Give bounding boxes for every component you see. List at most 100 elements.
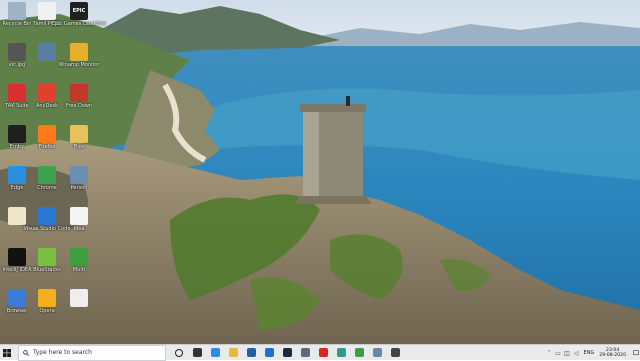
desktop-icon-label: Epic Games Launcher xyxy=(51,21,107,27)
app-glyph xyxy=(210,348,220,357)
app-glyph xyxy=(175,348,183,357)
txt-icon xyxy=(70,207,88,225)
desktop-icon[interactable] xyxy=(62,289,96,323)
epic-games-icon: EPIC xyxy=(70,2,88,20)
people-icon xyxy=(70,166,88,184)
task-view-icon[interactable] xyxy=(188,345,206,361)
desktop-icon[interactable] xyxy=(30,43,64,77)
windows-logo-icon xyxy=(3,348,11,357)
desktop-icon[interactable]: Emby xyxy=(0,125,34,159)
desktop-icon-label: IntelliJ IDEA xyxy=(2,267,32,273)
app-glyph xyxy=(354,348,364,357)
desktop-icon-label: TAK Suite xyxy=(5,103,29,109)
image-icon xyxy=(8,43,26,61)
desktop-icon-label: Browser xyxy=(6,308,28,314)
desktop-icon[interactable]: Idea xyxy=(62,207,96,241)
desktop-icon[interactable]: EPIC Epic Games Launcher xyxy=(52,2,106,36)
battery-icon[interactable]: ▭ xyxy=(554,345,563,361)
desktop-wallpaper xyxy=(0,0,640,344)
desktop-icon[interactable]: Tamil PC32 xyxy=(30,2,64,36)
desktop-icon-label: Firefox xyxy=(38,144,56,150)
app-glyph xyxy=(318,348,328,357)
app-star-icon xyxy=(8,125,26,143)
terminal-taskbar-icon[interactable] xyxy=(278,345,296,361)
opera-taskbar-icon[interactable] xyxy=(314,345,332,361)
app-glyph xyxy=(192,348,202,357)
app-circle-icon xyxy=(8,289,26,307)
desktop-icon-label: Multi xyxy=(72,267,86,273)
doc-icon xyxy=(8,207,26,225)
app-blue-taskbar-icon[interactable] xyxy=(260,345,278,361)
search-box[interactable] xyxy=(18,344,166,361)
app-glyph xyxy=(264,348,274,357)
desktop-icon[interactable]: Person xyxy=(62,166,96,200)
desktop-icon[interactable]: Visual Studio Code xyxy=(24,207,70,241)
chevron-up-icon[interactable]: ˄ xyxy=(545,345,554,361)
desktop-icon-label: Opera xyxy=(39,308,55,314)
desktop-icon-label: vlc.jpg xyxy=(8,62,26,68)
cortana-icon[interactable] xyxy=(170,345,188,361)
start-button[interactable] xyxy=(0,345,14,361)
desktop-icon-label: Idea xyxy=(73,226,85,232)
desktop-icon-label: AnyDesk xyxy=(36,103,58,109)
desktop-icon[interactable] xyxy=(0,207,34,241)
app-glyph xyxy=(246,348,256,357)
volume-icon[interactable]: ◁ xyxy=(572,345,581,361)
desktop-icon[interactable]: Chrome xyxy=(30,166,64,200)
network-icon[interactable]: ◫ xyxy=(563,345,572,361)
app-glyph xyxy=(390,348,400,357)
desktop-icon-label: Recycle Bin xyxy=(2,21,32,27)
edge-taskbar-icon[interactable] xyxy=(206,345,224,361)
desktop-icon-label: Files xyxy=(73,144,85,150)
clock[interactable]: 23:04 29-08-2020 xyxy=(599,348,626,359)
desktop-icon[interactable]: TAK Suite xyxy=(0,84,34,118)
desktop-icon[interactable]: IntelliJ IDEA xyxy=(0,248,34,282)
app-teal-taskbar-icon[interactable] xyxy=(332,345,350,361)
desktop-icon-label: Free Down xyxy=(65,103,93,109)
desktop-icon[interactable]: Multi xyxy=(62,248,96,282)
app-glyph xyxy=(282,348,292,357)
app-green-taskbar-icon[interactable] xyxy=(350,345,368,361)
photos-taskbar-icon[interactable] xyxy=(368,345,386,361)
app-glyph xyxy=(300,348,310,357)
desktop-icon-label: Winamp Monitor xyxy=(58,62,100,68)
notification-icon[interactable] xyxy=(632,345,640,361)
desktop-icon[interactable]: Files xyxy=(62,125,96,159)
system-tray: ˄ ▭ ◫ ◁ ENG 23:04 29-08-2020 xyxy=(545,345,640,361)
language-indicator[interactable]: ENG xyxy=(584,350,595,356)
app-dark-icon xyxy=(70,84,88,102)
desktop-icon[interactable]: Free Down xyxy=(62,84,96,118)
file-icon xyxy=(38,2,56,20)
chrome-icon xyxy=(38,166,56,184)
firefox-icon xyxy=(38,125,56,143)
desktop-icon[interactable]: Winamp Monitor xyxy=(58,43,100,77)
desktop-icon-label: BlueStacks xyxy=(33,267,61,273)
desktop-icon[interactable]: vlc.jpg xyxy=(0,43,34,77)
desktop-icon[interactable]: Browser xyxy=(0,289,34,323)
winamp-icon xyxy=(70,43,88,61)
recycle-bin-icon xyxy=(8,2,26,20)
taskbar: ˄ ▭ ◫ ◁ ENG 23:04 29-08-2020 xyxy=(0,344,640,361)
app-dark-taskbar-icon[interactable] xyxy=(386,345,404,361)
edge-icon xyxy=(8,166,26,184)
desktop-icon[interactable]: BlueStacks xyxy=(30,248,64,282)
desktop-icon[interactable]: Recycle Bin xyxy=(0,2,34,36)
anydesk-icon xyxy=(38,84,56,102)
app-glyph xyxy=(336,348,346,357)
desktop-icon-label: Chrome xyxy=(37,185,57,191)
intellij-icon xyxy=(8,248,26,266)
search-input[interactable] xyxy=(29,349,158,356)
monitor-icon xyxy=(38,43,56,61)
app-green-icon xyxy=(70,248,88,266)
app-glyph xyxy=(372,348,382,357)
desktop-icon[interactable]: Firefox xyxy=(30,125,64,159)
desktop-icon[interactable]: Opera xyxy=(30,289,64,323)
app-red-icon xyxy=(8,84,26,102)
app-grey-taskbar-icon[interactable] xyxy=(296,345,314,361)
file-explorer-icon[interactable] xyxy=(224,345,242,361)
store-icon[interactable] xyxy=(242,345,260,361)
desktop-icon[interactable]: AnyDesk xyxy=(30,84,64,118)
taskbar-apps xyxy=(170,345,404,361)
desktop-icon[interactable]: Edge xyxy=(0,166,34,200)
desktop-icon-label: Edge xyxy=(10,185,24,191)
